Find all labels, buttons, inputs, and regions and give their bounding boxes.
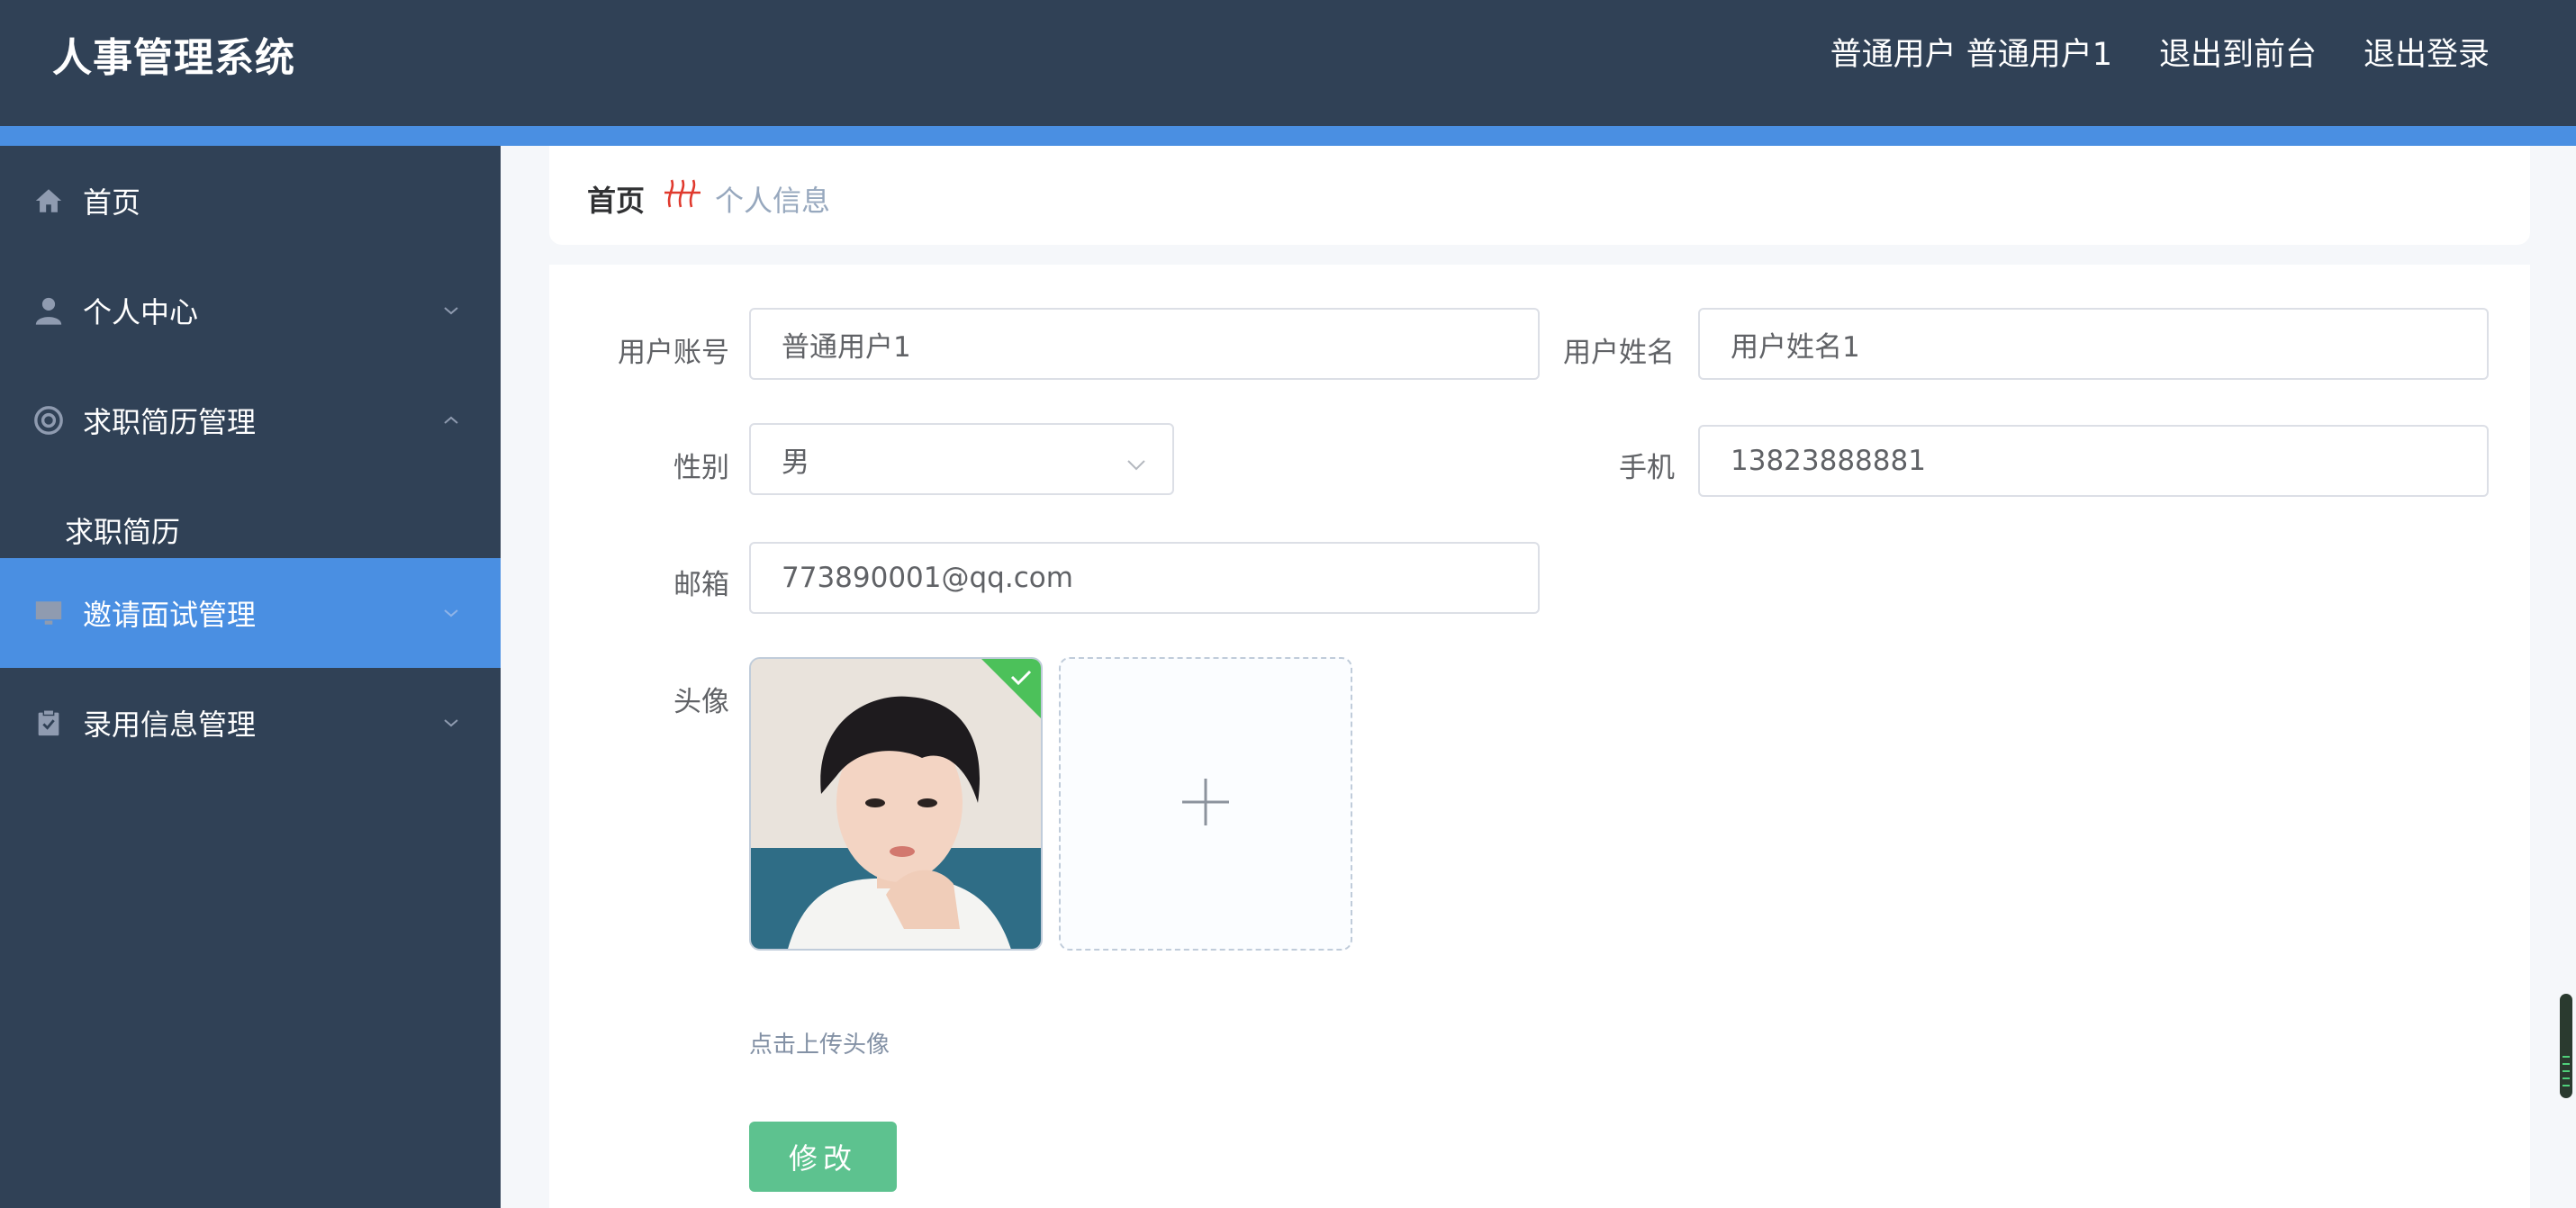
- logout-link[interactable]: 退出登录: [2364, 29, 2490, 75]
- name-input[interactable]: 用户姓名1: [1698, 308, 2489, 380]
- sidebar-item-label: 录用信息管理: [83, 708, 257, 742]
- gender-select[interactable]: 男: [749, 423, 1174, 495]
- sidebar-item-resume-management[interactable]: 求职简历管理: [0, 365, 501, 475]
- sidebar-item-home[interactable]: 首页: [0, 146, 501, 256]
- page-scrollbar[interactable]: [2560, 994, 2572, 1098]
- email-input[interactable]: 773890001@qq.com: [749, 542, 1540, 614]
- name-label: 用户姓名: [1563, 337, 1675, 369]
- chevron-down-icon: [441, 713, 461, 733]
- chevron-down-icon: [441, 301, 461, 320]
- clipboard-icon: [32, 707, 65, 739]
- breadcrumb-home[interactable]: 首页: [587, 178, 645, 220]
- gender-label: 性别: [673, 452, 729, 484]
- sidebar-item-label: 求职简历管理: [83, 405, 257, 439]
- back-to-front-link[interactable]: 退出到前台: [2159, 29, 2317, 75]
- sidebar-item-label: 个人中心: [83, 295, 199, 329]
- chevron-down-icon: [1125, 450, 1147, 472]
- avatar-upload-button[interactable]: [1059, 657, 1352, 951]
- monitor-icon: [32, 597, 65, 629]
- account-label: 用户账号: [618, 337, 729, 369]
- accent-bar: [0, 126, 2576, 146]
- breadcrumb-separator-icon: [661, 173, 702, 214]
- upload-hint: 点击上传头像: [749, 1032, 890, 1059]
- sidebar-item-label: 首页: [83, 185, 141, 220]
- sidebar-item-interview-invitations[interactable]: 邀请面试管理: [0, 558, 501, 668]
- submit-button[interactable]: 修改: [749, 1122, 897, 1192]
- avatar-label: 头像: [673, 686, 729, 718]
- gender-select-value: 男: [782, 446, 809, 479]
- breadcrumb: 首页 个人信息: [549, 146, 2530, 245]
- sidebar-item-personal-center[interactable]: 个人中心: [0, 256, 501, 365]
- phone-label: 手机: [1619, 452, 1675, 484]
- email-label: 邮箱: [673, 569, 729, 601]
- home-icon: [32, 185, 65, 217]
- sidebar-item-label: 邀请面试管理: [83, 598, 257, 632]
- sidebar: 首页 个人中心 求职简历管理 求职简历 邀请面试管理 录用信息管理: [0, 146, 501, 1208]
- sidebar-item-label: 求职简历: [65, 515, 181, 549]
- user-icon: [32, 294, 65, 327]
- lifebuoy-icon: [32, 404, 65, 437]
- avatar-thumbnail[interactable]: [749, 657, 1043, 951]
- sidebar-item-hiring-info[interactable]: 录用信息管理: [0, 668, 501, 778]
- header-nav: 普通用户 普通用户1 退出到前台 退出登录: [1830, 29, 2490, 75]
- top-header: 人事管理系统 普通用户 普通用户1 退出到前台 退出登录: [0, 0, 2576, 126]
- breadcrumb-current: 个人信息: [715, 184, 831, 218]
- chevron-up-icon: [441, 410, 461, 430]
- phone-input[interactable]: 13823888881: [1698, 425, 2489, 497]
- upload-success-icon: [981, 659, 1041, 718]
- chevron-down-icon: [441, 603, 461, 623]
- account-input[interactable]: 普通用户1: [749, 308, 1540, 380]
- scrollbar-grip-icon: [2562, 1056, 2570, 1086]
- app-title: 人事管理系统: [52, 35, 295, 81]
- plus-icon: [1180, 777, 1231, 831]
- current-user-label: 普通用户 普通用户1: [1830, 37, 2112, 73]
